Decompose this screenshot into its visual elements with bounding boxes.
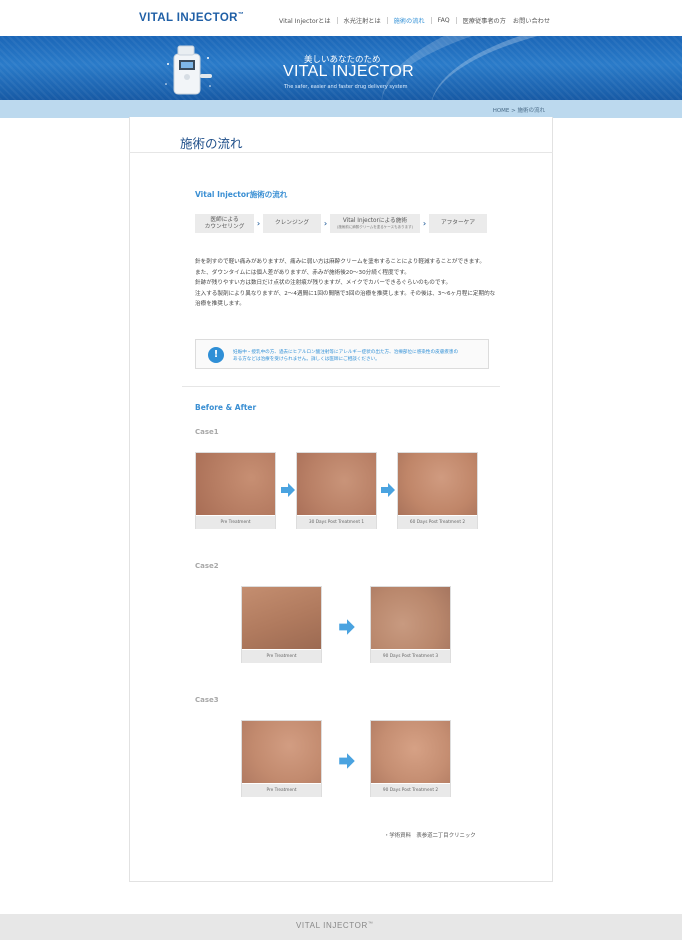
case1-photo-60days: 60 Days Post Treatment 2	[397, 452, 478, 529]
case-label: Case3	[195, 696, 219, 704]
step-counseling: 医師による カウンセリング	[195, 214, 254, 233]
skin-photo	[371, 721, 450, 783]
skin-photo	[398, 453, 477, 515]
arrow-right-icon	[381, 483, 395, 497]
page-title: 施術の流れ	[180, 136, 243, 151]
skin-photo	[371, 587, 450, 649]
arrow-right-icon	[281, 483, 295, 497]
breadcrumb[interactable]: HOME > 施術の流れ	[493, 106, 545, 114]
exclamation-icon: !	[208, 347, 224, 363]
case-label: Case1	[195, 428, 219, 436]
flow-section-title: Vital Injector施術の流れ	[195, 190, 288, 199]
photo-caption: 90 Days Post Treatment 2	[371, 784, 450, 797]
paragraph-line: 針跡が残りやすい方は数日だけ点状の注射痕が残りますが、メイクでカバーできるぐらい…	[195, 280, 452, 287]
case3-photo-pre: Pre Treatment	[241, 720, 322, 797]
caution-notice: ! 妊娠中・授乳中の方、過去にヒアルロン酸注射等にアレルギー症状の出た方、治療部…	[195, 339, 489, 369]
site-logo[interactable]: VITAL INJECTOR™	[139, 12, 244, 24]
breadcrumb-bar	[0, 100, 682, 118]
step-chevron-icon: ›	[323, 219, 328, 228]
nav-treatment-flow[interactable]: 施術の流れ	[394, 16, 425, 25]
injector-device-icon	[165, 45, 212, 95]
section-divider	[182, 386, 500, 387]
hero-tagline: The safer, easier and faster drug delive…	[284, 84, 408, 90]
paragraph-line: 治療を推奨します。	[195, 301, 245, 308]
nav-contact[interactable]: お問い合わせ	[513, 16, 550, 25]
notice-text: 妊娠中・授乳中の方、過去にヒアルロン酸注射等にアレルギー症状の出た方、治療部位に…	[233, 350, 459, 362]
paragraph-line: 注入する製剤により異なりますが、2～4週間に1回の間隔で3回の治療を推奨します。…	[195, 290, 496, 297]
nav-water-injection[interactable]: 水光注射とは	[344, 16, 381, 25]
paragraph-line: また、ダウンタイムには個人差がありますが、赤みが施術後20～30分続く程度です。	[195, 269, 410, 276]
skin-photo	[242, 587, 321, 649]
case-label: Case2	[195, 562, 219, 570]
photo-caption: Pre Treatment	[196, 516, 275, 529]
step-cleansing: クレンジング	[263, 214, 321, 233]
nav-faq[interactable]: FAQ	[438, 17, 450, 24]
flow-description: 針を刺すので軽い痛みがありますが、痛みに弱い方は麻酔クリームを塗布することにより…	[195, 257, 500, 310]
nav-separator	[386, 17, 388, 24]
nav-about-vital-injector[interactable]: Vital Injectorとは	[279, 16, 331, 25]
nav-separator	[430, 17, 432, 24]
photo-caption: 60 Days Post Treatment 2	[398, 516, 477, 529]
photo-caption: Pre Treatment	[242, 650, 321, 663]
case1-photo-30days: 30 Days Post Treatment 1	[296, 452, 377, 529]
nav-separator	[455, 17, 457, 24]
skin-photo	[242, 721, 321, 783]
case2-photo-pre: Pre Treatment	[241, 586, 322, 663]
case2-photo-90days: 90 Days Post Treatment 3	[370, 586, 451, 663]
arrow-right-icon	[339, 753, 355, 769]
paragraph-line: 針を刺すので軽い痛みがありますが、痛みに弱い方は麻酔クリームを塗布することにより…	[195, 259, 485, 265]
skin-photo	[196, 453, 275, 515]
title-divider	[129, 152, 553, 153]
nav-medical-professionals[interactable]: 医療従事者の方	[463, 16, 506, 25]
footer-logo: VITAL INJECTOR™	[296, 921, 374, 930]
arrow-right-icon	[339, 619, 355, 635]
step-chevron-icon: ›	[422, 219, 427, 228]
photo-caption: Pre Treatment	[242, 784, 321, 797]
step-injection: Vital Injectorによる施術 (施術前に麻酔クリームを塗るケースもありま…	[330, 214, 420, 233]
main-nav: Vital Injectorとは 水光注射とは 施術の流れ FAQ 医療従事者の…	[279, 16, 550, 25]
before-after-title: Before & After	[195, 403, 257, 412]
photo-caption: 30 Days Post Treatment 1	[297, 516, 376, 529]
nav-separator	[336, 17, 338, 24]
step-chevron-icon: ›	[256, 219, 261, 228]
photo-caption: 90 Days Post Treatment 3	[371, 650, 450, 663]
hero-title: VITAL INJECTOR	[283, 63, 415, 80]
case3-photo-90days: 90 Days Post Treatment 2	[370, 720, 451, 797]
case1-photo-pre: Pre Treatment	[195, 452, 276, 529]
step-aftercare: アフターケア	[429, 214, 487, 233]
flow-steps: 医師による カウンセリング › クレンジング › Vital Injectorによ…	[195, 214, 487, 233]
top-bar: VITAL INJECTOR™ Vital Injectorとは 水光注射とは …	[0, 0, 682, 36]
source-credit: ・学術資料 表参道二丁目クリニック	[384, 833, 476, 839]
skin-photo	[297, 453, 376, 515]
